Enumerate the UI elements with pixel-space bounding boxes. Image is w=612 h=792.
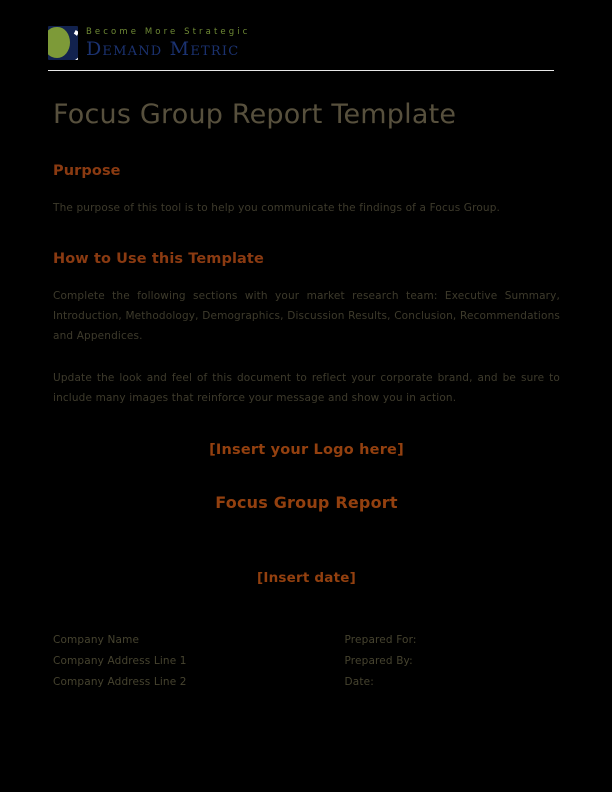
how-to-use-paragraph-1: Complete the following sections with you… xyxy=(53,290,560,342)
brand-text: Become More Strategic Demand Metric xyxy=(86,26,250,60)
prepared-details-column: Prepared For: Prepared By: Date: xyxy=(307,630,561,693)
cover-details: Company Name Company Address Line 1 Comp… xyxy=(53,630,560,693)
date-placeholder[interactable]: [Insert date] xyxy=(53,568,560,588)
brand-lockup: Become More Strategic Demand Metric xyxy=(48,26,554,60)
section-heading-purpose: Purpose xyxy=(53,163,121,179)
document-body: Focus Group Report Template Purpose The … xyxy=(53,98,560,588)
page-title: Focus Group Report Template xyxy=(53,99,457,130)
cover-report-title[interactable]: Focus Group Report xyxy=(53,492,560,514)
prepared-by-field[interactable]: Prepared By: xyxy=(345,651,561,672)
company-address-line-1-field[interactable]: Company Address Line 1 xyxy=(53,651,307,672)
header-divider xyxy=(48,70,554,71)
logo-placeholder[interactable]: [Insert your Logo here] xyxy=(53,440,560,460)
brand-tagline: Become More Strategic xyxy=(86,27,251,37)
brand-name: Demand Metric xyxy=(86,38,240,60)
demand-metric-logo-icon xyxy=(48,26,78,60)
section-heading-how-to-use: How to Use this Template xyxy=(53,251,264,267)
company-name-field[interactable]: Company Name xyxy=(53,630,307,651)
purpose-paragraph: The purpose of this tool is to help you … xyxy=(53,202,501,214)
how-to-use-paragraph-2: Update the look and feel of this documen… xyxy=(53,372,560,404)
date-field[interactable]: Date: xyxy=(345,672,561,693)
document-header: Become More Strategic Demand Metric xyxy=(48,26,554,72)
prepared-for-field[interactable]: Prepared For: xyxy=(345,630,561,651)
document-page: Become More Strategic Demand Metric Focu… xyxy=(0,0,612,792)
company-details-column: Company Name Company Address Line 1 Comp… xyxy=(53,630,307,693)
company-address-line-2-field[interactable]: Company Address Line 2 xyxy=(53,672,307,693)
